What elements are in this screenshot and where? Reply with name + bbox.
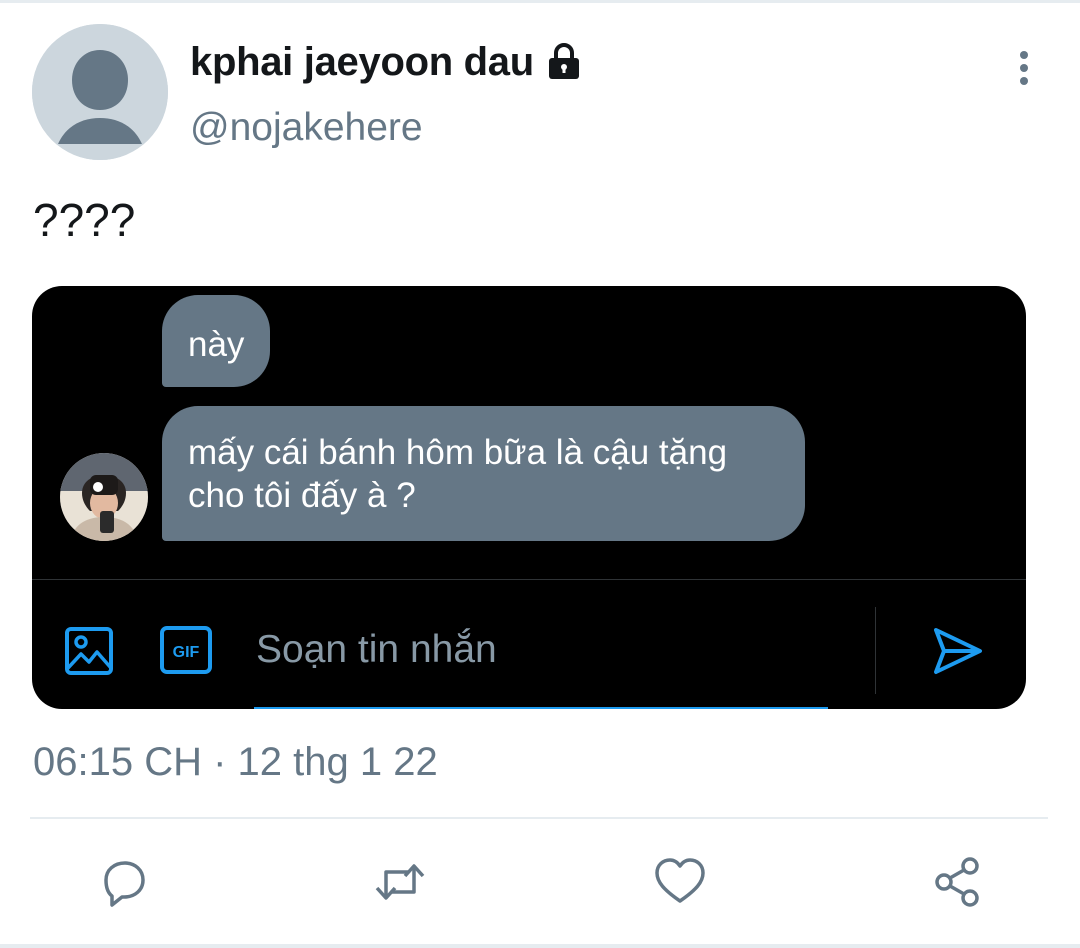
input-focus-underline [254, 707, 828, 709]
dm-screenshot-image[interactable]: này mấy cái bánh hôm bữa là cậu tặng cho… [32, 286, 1026, 709]
reply-icon [104, 861, 145, 907]
tweet-text: ???? [33, 194, 136, 246]
actions-divider [30, 817, 1048, 819]
image-icon[interactable] [64, 626, 114, 676]
message-bubble: này [162, 295, 271, 387]
reply-button[interactable] [96, 854, 152, 910]
share-icon [935, 857, 979, 907]
lock-icon [548, 43, 579, 79]
author-display-name[interactable]: kphai jaeyoon dau [190, 40, 534, 85]
author-handle[interactable]: @nojakehere [190, 106, 423, 150]
svg-text:GIF: GIF [173, 644, 200, 661]
more-dot [1020, 51, 1028, 59]
sender-photo [60, 453, 148, 541]
share-button[interactable] [930, 854, 986, 910]
message-bubble: mấy cái bánh hôm bữa là cậu tặng cho tôi… [162, 406, 805, 541]
message-compose-input[interactable]: Soạn tin nhắn [256, 628, 497, 672]
bottom-divider [0, 944, 1080, 948]
default-avatar-icon [32, 24, 168, 160]
gif-icon[interactable]: GIF [160, 626, 212, 674]
composer-divider [32, 579, 1026, 580]
more-options-button[interactable] [1004, 48, 1044, 88]
more-dot [1020, 64, 1028, 72]
message-text: này [188, 325, 245, 364]
retweet-icon [375, 864, 425, 900]
sender-avatar [60, 453, 148, 541]
like-button[interactable] [652, 854, 708, 910]
retweet-button[interactable] [372, 854, 428, 910]
tweet-timestamp[interactable]: 06:15 CH · 12 thg 1 22 [33, 740, 438, 785]
like-icon [655, 858, 705, 903]
top-divider [0, 0, 1080, 3]
send-icon[interactable] [932, 626, 984, 676]
more-dot [1020, 77, 1028, 85]
author-avatar[interactable] [32, 24, 168, 160]
composer-vertical-divider [875, 607, 876, 694]
message-text: mấy cái bánh hôm bữa là cậu tặng cho tôi… [188, 433, 728, 515]
